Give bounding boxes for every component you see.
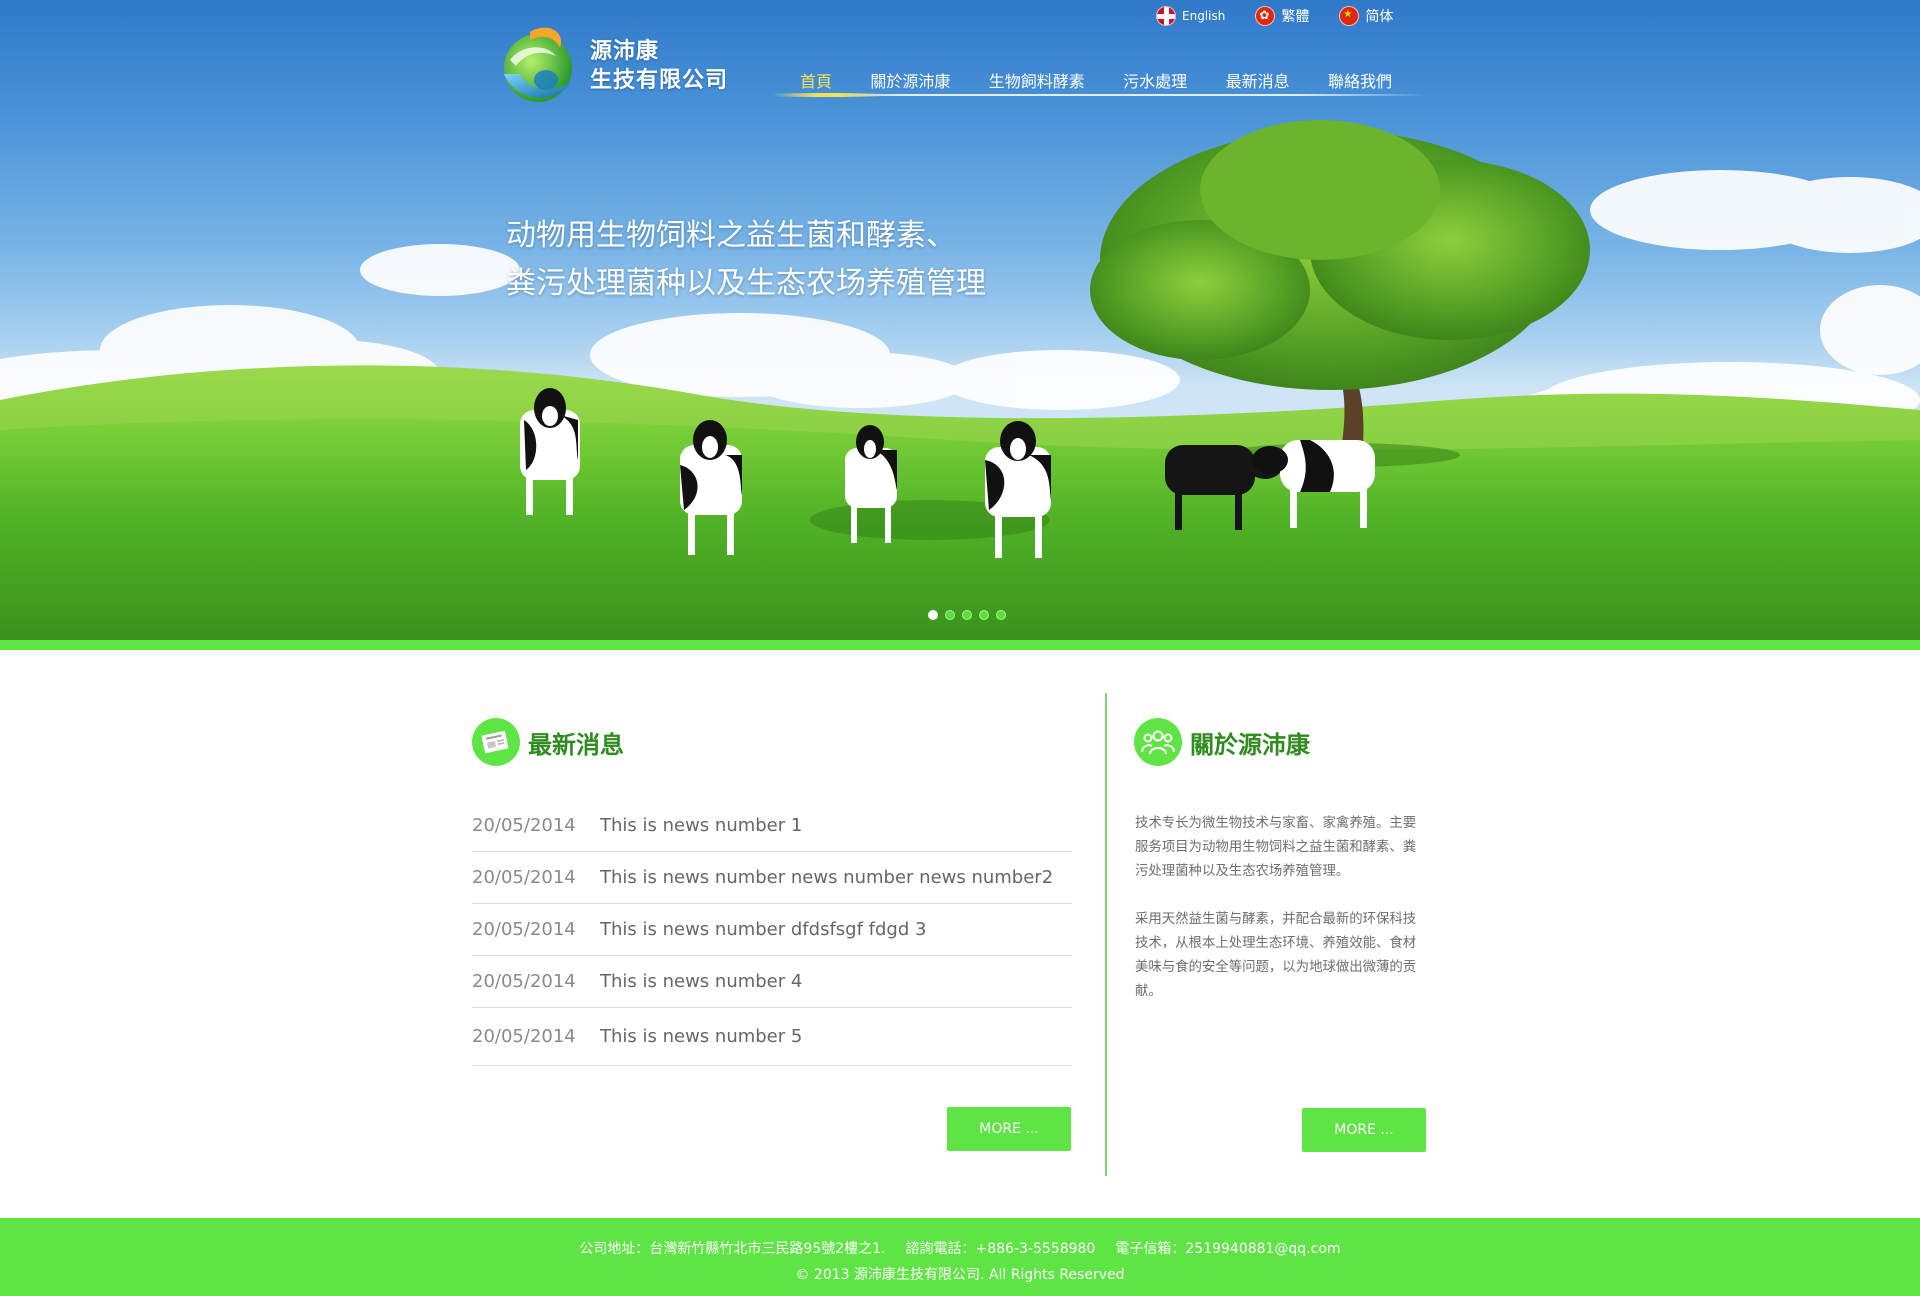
slider-dot-2[interactable]	[945, 610, 955, 620]
news-list: 20/05/2014 This is news number 1 20/05/2…	[472, 800, 1072, 1066]
news-date: 20/05/2014	[472, 867, 576, 888]
about-description: 技术专长为微生物技术与家畜、家禽养殖。主要服务项目为动物用生物饲料之益生菌和酵素…	[1135, 812, 1427, 1004]
brand-logo[interactable]: 源沛康 生技有限公司	[490, 20, 728, 112]
news-date: 20/05/2014	[472, 971, 576, 992]
hero-banner: English 繁體 简体	[0, 0, 1920, 650]
brand-name-line1: 源沛康	[590, 39, 660, 64]
slider-dot-3[interactable]	[962, 610, 972, 620]
news-date: 20/05/2014	[472, 919, 576, 940]
lang-simplified-label: 简体	[1365, 9, 1394, 25]
news-title: 最新消息	[528, 730, 624, 759]
nav-active-indicator	[774, 93, 884, 97]
brand-name-line2: 生技有限公司	[590, 68, 729, 93]
news-date: 20/05/2014	[472, 815, 576, 836]
news-headline: This is news number news number news num…	[600, 867, 1054, 888]
about-more-button[interactable]: MORE ...	[1302, 1108, 1426, 1152]
newspaper-icon	[472, 718, 520, 766]
footer-address: 公司地址：台灣新竹縣竹北市三民路95號2樓之1.	[579, 1241, 886, 1257]
news-item[interactable]: 20/05/2014 This is news number 4	[472, 956, 1072, 1008]
news-headline: This is news number 5	[600, 1026, 803, 1047]
footer-copyright: © 2013 源沛康生技有限公司. All Rights Reserved	[795, 1267, 1125, 1283]
people-icon	[1134, 718, 1182, 766]
news-item[interactable]: 20/05/2014 This is news number 1	[472, 800, 1072, 852]
news-headline: This is news number 4	[600, 971, 803, 992]
news-item[interactable]: 20/05/2014 This is news number news numb…	[472, 852, 1072, 904]
hero-slogan-line1: 动物用生物饲料之益生菌和酵素、	[506, 218, 956, 253]
news-date: 20/05/2014	[472, 1026, 576, 1047]
slider-dots	[928, 610, 1006, 620]
news-section-title: 最新消息	[472, 718, 624, 766]
footer-phone: 諮詢電話：+886-3-5558980	[905, 1241, 1096, 1257]
about-paragraph-2: 采用天然益生菌与酵素，并配合最新的环保科技技术，从根本上处理生态环境、养殖效能、…	[1135, 912, 1417, 999]
news-headline: This is news number 1	[600, 815, 803, 836]
slider-dot-4[interactable]	[979, 610, 989, 620]
about-paragraph-1: 技术专长为微生物技术与家畜、家禽养殖。主要服务项目为动物用生物饲料之益生菌和酵素…	[1135, 816, 1417, 879]
lang-simplified[interactable]: 简体	[1339, 6, 1393, 26]
section-divider	[1105, 693, 1107, 1176]
language-switcher: English 繁體 简体	[1156, 6, 1393, 26]
about-section-title: 關於源沛康	[1134, 718, 1310, 766]
slider-dot-5[interactable]	[996, 610, 1006, 620]
news-item[interactable]: 20/05/2014 This is news number 5	[472, 1008, 1072, 1066]
hk-flag-icon	[1255, 6, 1276, 26]
hero-slogan-line2: 粪污处理菌种以及生态农场养殖管理	[506, 266, 986, 301]
lang-traditional[interactable]: 繁體	[1255, 6, 1309, 26]
lang-english[interactable]: English	[1156, 6, 1225, 26]
footer-email[interactable]: 電子信箱：2519940881@qq.com	[1115, 1238, 1340, 1258]
news-more-button[interactable]: MORE ...	[947, 1107, 1071, 1151]
cn-flag-icon	[1339, 6, 1360, 26]
site-footer: 公司地址：台灣新竹縣竹北市三民路95號2樓之1. 諮詢電話：+886-3-555…	[0, 1218, 1920, 1296]
lang-traditional-label: 繁體	[1281, 9, 1310, 25]
swirl-logo-icon	[504, 27, 574, 102]
hero-bottom-band	[0, 640, 1920, 650]
news-item[interactable]: 20/05/2014 This is news number dfdsfsgf …	[472, 904, 1072, 956]
slider-dot-1[interactable]	[928, 610, 938, 620]
uk-flag-icon	[1156, 6, 1176, 26]
hero-slogan: 动物用生物饲料之益生菌和酵素、 粪污处理菌种以及生态农场养殖管理	[506, 212, 986, 308]
main-nav: 首頁 關於源沛康 生物飼料酵素 污水處理 最新消息 聯絡我們	[770, 60, 1430, 98]
lang-english-label: English	[1182, 9, 1226, 23]
news-headline: This is news number dfdsfsgf fdgd 3	[600, 919, 927, 940]
about-title: 關於源沛康	[1190, 730, 1310, 759]
